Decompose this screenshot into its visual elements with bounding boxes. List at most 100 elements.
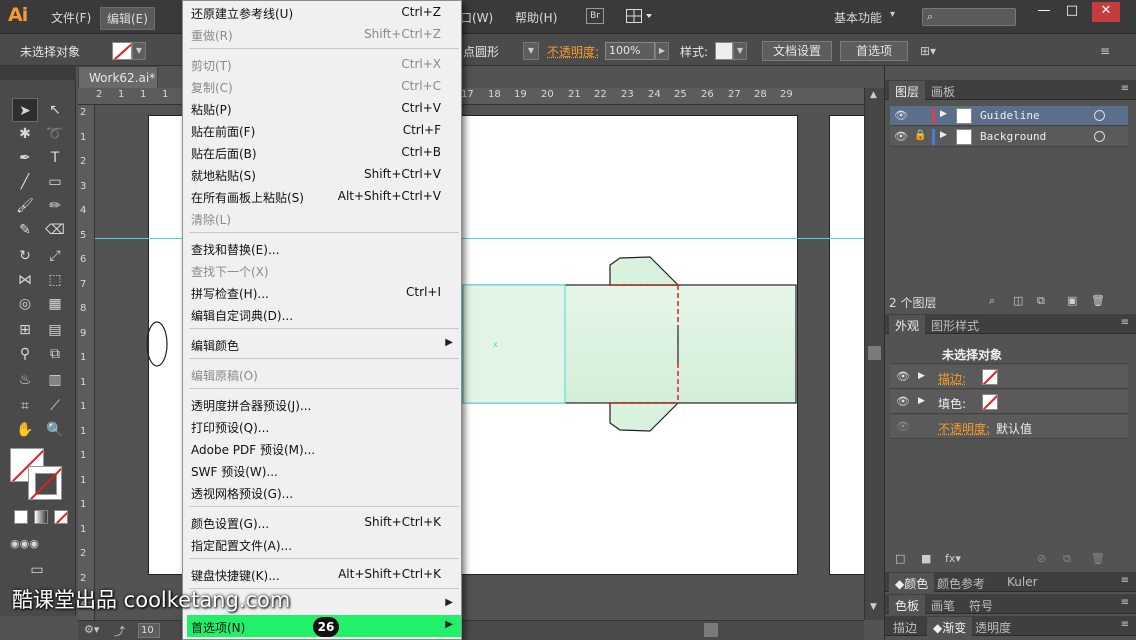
eraser-tool-icon[interactable]: ⌫ <box>42 218 68 242</box>
visibility-eye-icon[interactable]: 👁 <box>896 395 910 408</box>
type-tool-icon[interactable]: T <box>42 146 68 170</box>
none-mode-swatch[interactable] <box>54 510 68 524</box>
visibility-eye-icon[interactable]: 👁 <box>894 109 908 122</box>
new-layer-icon[interactable]: ▣ <box>1067 294 1077 307</box>
vertical-scrollbar[interactable]: ▲ ▼ <box>864 88 884 620</box>
stroke-label[interactable]: 描边: <box>938 370 966 387</box>
panel-menu-icon[interactable]: ≡ <box>1121 83 1129 94</box>
menu-item[interactable]: 键盘快捷键(K)... Alt+Shift+Ctrl+K <box>187 563 461 585</box>
tab-kuler[interactable]: Kuler <box>1003 575 1042 589</box>
magic-wand-tool-icon[interactable]: ✱ <box>12 122 38 146</box>
menu-item[interactable]: 就地粘贴(S) Shift+Ctrl+V <box>187 163 461 185</box>
scale-tool-icon[interactable]: ⤢ <box>42 244 68 268</box>
arrange-icon[interactable]: ⊞▾ <box>920 44 936 58</box>
visibility-eye-icon[interactable]: 👁 <box>896 370 910 383</box>
help-search-input[interactable]: ⌕ <box>922 8 1016 26</box>
menu-item[interactable]: 粘贴(P) Ctrl+V <box>187 97 461 119</box>
appearance-row-stroke[interactable]: 👁 ▶ 描边: <box>890 365 1128 389</box>
bridge-button[interactable]: Br <box>586 8 604 24</box>
expand-triangle-icon[interactable]: ▶ <box>940 130 947 140</box>
panel-menu-icon[interactable]: ≡ <box>1121 597 1129 608</box>
scroll-up-icon[interactable]: ▲ <box>870 90 877 100</box>
menu-file[interactable]: 文件(F) <box>51 9 91 26</box>
document-tab[interactable]: Work62.ai* <box>78 66 158 88</box>
visibility-eye-icon[interactable]: 👁 <box>894 130 908 143</box>
target-circle-icon[interactable] <box>1094 131 1105 142</box>
style-swatch[interactable] <box>715 42 733 60</box>
line-tool-icon[interactable]: ╱ <box>12 170 38 194</box>
menu-item[interactable]: 透明度拼合器预设(J)... <box>187 393 461 415</box>
panel-menu-icon[interactable]: ≡ <box>1100 44 1110 58</box>
hand-tool-icon[interactable]: ✋ <box>12 418 38 442</box>
menu-item[interactable]: 指定配置文件(A)... <box>187 533 461 555</box>
duplicate-item-icon[interactable]: ⧉ <box>1063 552 1071 566</box>
chevron-down-icon[interactable]: ▼ <box>523 42 539 60</box>
scroll-thumb[interactable] <box>868 346 881 360</box>
selection-tool-icon[interactable]: ➤ <box>12 98 38 122</box>
horizontal-scroll-thumb[interactable] <box>704 623 718 637</box>
menu-item[interactable]: 颜色设置(G)... Shift+Ctrl+K <box>187 511 461 533</box>
tab-stroke[interactable]: 描边 <box>889 619 921 636</box>
menu-item[interactable]: 查找和替换(E)... <box>187 237 461 259</box>
workspace-switcher[interactable]: 基本功能 <box>834 9 882 26</box>
appearance-row-fill[interactable]: 👁 ▶ 填色: <box>890 390 1128 414</box>
panel-menu-icon[interactable]: ≡ <box>1121 575 1129 586</box>
blob-brush-tool-icon[interactable]: ✎ <box>12 218 38 242</box>
eyedropper-tool-icon[interactable]: ⚲ <box>12 342 38 366</box>
add-new-stroke-icon[interactable]: □ <box>895 552 905 565</box>
menu-item[interactable]: 透视网格预设(G)... <box>187 481 461 503</box>
opacity-label[interactable]: 不透明度: <box>938 420 990 437</box>
pen-tool-icon[interactable]: ✒ <box>12 146 38 170</box>
menu-item[interactable]: 还原建立参考线(U) Ctrl+Z <box>187 1 461 23</box>
clipping-mask-icon[interactable]: ◫ <box>1013 294 1023 307</box>
free-transform-tool-icon[interactable]: ⬚ <box>42 268 68 292</box>
add-effect-icon[interactable]: fx▾ <box>945 552 961 565</box>
menu-edit[interactable]: 编辑(E) <box>100 7 155 30</box>
lasso-tool-icon[interactable]: ➰ <box>42 122 68 146</box>
draw-mode-icon[interactable]: ◉◉◉ <box>10 532 39 556</box>
width-tool-icon[interactable]: ⋈ <box>12 268 38 292</box>
menu-item[interactable]: 打印预设(Q)... <box>187 415 461 437</box>
menu-item[interactable]: SWF 预设(W)... <box>187 459 461 481</box>
visibility-eye-icon[interactable]: 👁 <box>896 420 910 433</box>
expand-triangle-icon[interactable]: ▶ <box>918 371 925 381</box>
screen-mode-icon[interactable]: ▭ <box>24 558 50 582</box>
menu-item[interactable]: 编辑颜色 ▶ <box>187 333 461 355</box>
menu-item[interactable]: 首选项(N) ▶ 26 <box>187 615 461 637</box>
lock-icon[interactable]: 🔒 <box>914 130 926 141</box>
layer-row-guideline[interactable]: 👁 ▶ Guideline <box>890 106 1128 126</box>
preferences-button[interactable]: 首选项 <box>840 41 908 61</box>
opacity-label[interactable]: 不透明度: <box>547 43 599 60</box>
scroll-down-icon[interactable]: ▼ <box>870 602 877 612</box>
new-sublayer-icon[interactable]: ⧉ <box>1037 294 1045 308</box>
direct-selection-tool-icon[interactable]: ↖ <box>42 98 68 122</box>
menu-item[interactable]: 贴在前面(F) Ctrl+F <box>187 119 461 141</box>
tab-appearance[interactable]: 外观 <box>889 315 926 336</box>
zoom-field[interactable]: 10 <box>138 623 160 638</box>
status-icon[interactable]: ⚙▾ <box>84 623 99 636</box>
rectangle-tool-icon[interactable]: ▭ <box>42 170 68 194</box>
rotate-tool-icon[interactable]: ↻ <box>12 244 38 268</box>
fill-swatch[interactable] <box>112 42 132 60</box>
zoom-tool-icon[interactable]: 🔍 <box>42 418 68 442</box>
arrange-documents-icon[interactable] <box>626 9 654 23</box>
tab-brushes[interactable]: 画笔 <box>927 597 959 614</box>
maximize-button[interactable]: □ <box>1058 2 1086 22</box>
menu-window[interactable]: 口(W) <box>460 9 493 26</box>
locate-object-icon[interactable]: ⌕ <box>989 294 995 308</box>
menu-item[interactable]: 编辑自定词典(D)... <box>187 303 461 325</box>
shape-builder-tool-icon[interactable]: ◎ <box>12 292 38 316</box>
tools-panel-header[interactable] <box>0 66 76 80</box>
blend-tool-icon[interactable]: ⧉ <box>42 342 68 366</box>
panel-menu-icon[interactable]: ≡ <box>1121 619 1129 630</box>
trash-icon[interactable]: 🗑 <box>1091 294 1105 307</box>
tab-swatches[interactable]: 色板 <box>889 595 926 616</box>
perspective-grid-tool-icon[interactable]: ▦ <box>42 292 68 316</box>
stroke-color-box[interactable] <box>28 466 62 500</box>
menu-item[interactable]: 贴在后面(B) Ctrl+B <box>187 141 461 163</box>
chevron-down-icon[interactable]: ▼ <box>733 42 747 60</box>
chevron-down-icon[interactable]: ▾ <box>890 9 895 20</box>
gradient-tool-icon[interactable]: ▤ <box>42 318 68 342</box>
expand-triangle-icon[interactable]: ▶ <box>918 396 925 406</box>
vertical-ruler[interactable]: 212345678911111111222 <box>78 105 95 620</box>
